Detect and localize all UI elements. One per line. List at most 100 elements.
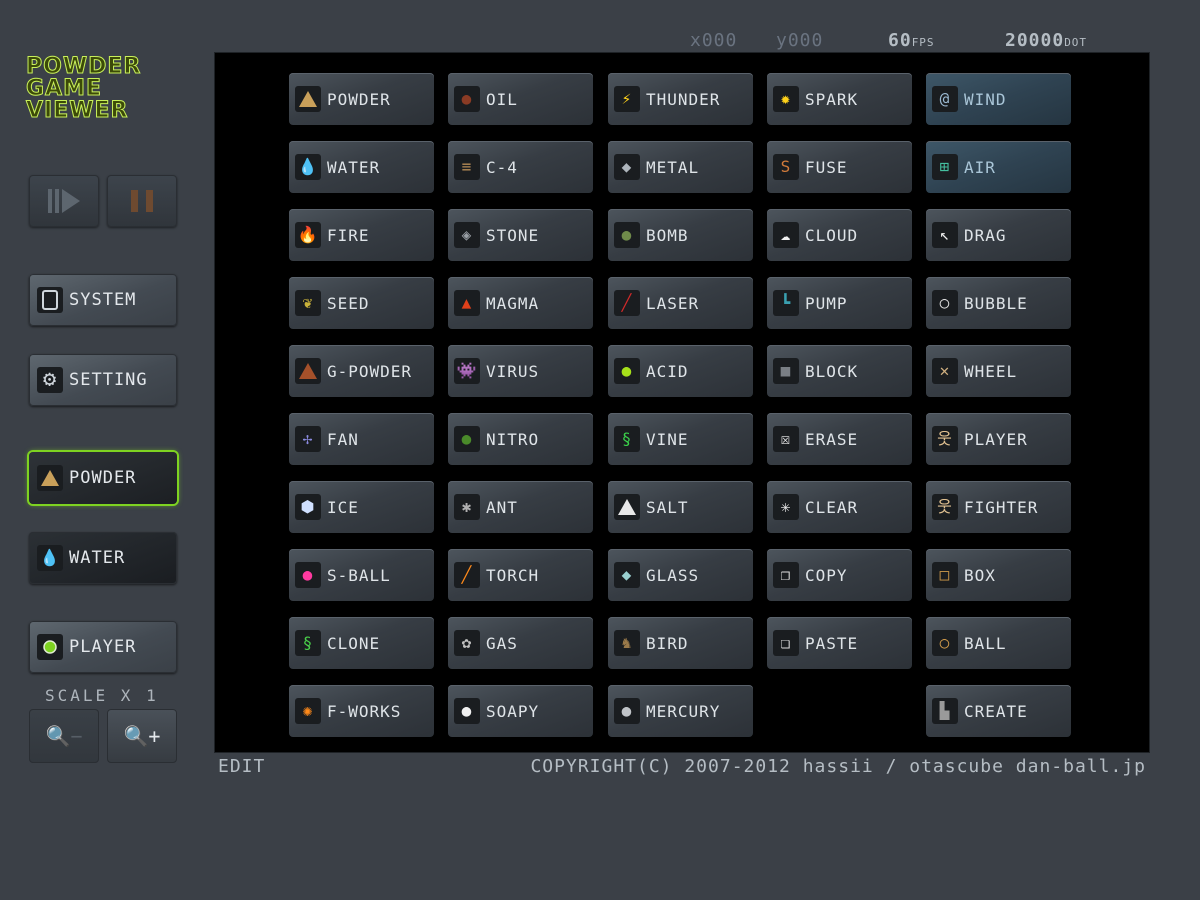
element-label: OIL	[486, 89, 518, 109]
element-button-wheel[interactable]: ✕ WHEEL	[926, 345, 1071, 397]
setting-button[interactable]: ⚙ SETTING	[29, 354, 177, 406]
element-button-oil[interactable]: ● OIL	[448, 73, 593, 125]
element-button-bird[interactable]: ♞ BIRD	[608, 617, 753, 669]
element-label: NITRO	[486, 429, 540, 449]
dot-readout: 20000DOT	[1005, 30, 1087, 51]
element-button-fire[interactable]: 🔥 FIRE	[289, 209, 434, 261]
element-button-nitro[interactable]: ● NITRO	[448, 413, 593, 465]
erase-icon: ☒	[773, 426, 799, 452]
element-button-f-works[interactable]: ✺ F-WORKS	[289, 685, 434, 737]
element-button-block[interactable]: ■ BLOCK	[767, 345, 912, 397]
lightning-icon: ⚡	[614, 86, 640, 112]
spark-icon: ✹	[773, 86, 799, 112]
element-button-wind[interactable]: @ WIND	[926, 73, 1071, 125]
element-button-vine[interactable]: § VINE	[608, 413, 753, 465]
ice-cube-icon: ⬢	[295, 494, 321, 520]
acid-drop-icon: ●	[614, 358, 640, 384]
element-label: CLOUD	[805, 225, 859, 245]
element-button-fighter[interactable]: 웃 FIGHTER	[926, 481, 1071, 533]
cursor-arrow-icon: ↖	[932, 222, 958, 248]
cloud-icon: ☁	[773, 222, 799, 248]
element-button-thunder[interactable]: ⚡ THUNDER	[608, 73, 753, 125]
element-button-ant[interactable]: ✱ ANT	[448, 481, 593, 533]
element-button-drag[interactable]: ↖ DRAG	[926, 209, 1071, 261]
water-drop-icon: 💧	[295, 154, 321, 180]
element-button-ball[interactable]: ○ BALL	[926, 617, 1071, 669]
element-button-mercury[interactable]: ● MERCURY	[608, 685, 753, 737]
copy-icon: ❐	[773, 562, 799, 588]
clear-icon: ✳	[773, 494, 799, 520]
current-element-1[interactable]: POWDER	[29, 452, 177, 504]
element-button-s-ball[interactable]: ● S-BALL	[289, 549, 434, 601]
element-button-fan[interactable]: ✢ FAN	[289, 413, 434, 465]
element-button-soapy[interactable]: ● SOAPY	[448, 685, 593, 737]
element-button-clear[interactable]: ✳ CLEAR	[767, 481, 912, 533]
fire-icon: 🔥	[295, 222, 321, 248]
element-button-copy[interactable]: ❐ COPY	[767, 549, 912, 601]
title-line: POWDER	[25, 54, 142, 79]
element-label: SPARK	[805, 89, 859, 109]
current-element-2[interactable]: 💧 WATER	[29, 532, 177, 584]
player-button[interactable]: PLAYER	[29, 621, 177, 673]
element-button-pump[interactable]: ┗ PUMP	[767, 277, 912, 329]
scale-label: SCALE X 1	[45, 686, 159, 705]
player-dot-icon	[37, 634, 63, 660]
element-label: BLOCK	[805, 361, 859, 381]
element-button-stone[interactable]: ◈ STONE	[448, 209, 593, 261]
pause-button[interactable]	[107, 175, 177, 227]
zoom-in-button[interactable]: 🔍 +	[107, 709, 177, 763]
element-label: THUNDER	[646, 89, 721, 109]
play-button[interactable]	[29, 175, 99, 227]
oil-drop-icon: ●	[454, 86, 480, 112]
fps-unit: FPS	[911, 36, 935, 49]
element-label: C-4	[486, 157, 518, 177]
element-button-clone[interactable]: § CLONE	[289, 617, 434, 669]
element-button-player[interactable]: 웃 PLAYER	[926, 413, 1071, 465]
element-button-glass[interactable]: ◆ GLASS	[608, 549, 753, 601]
bird-icon: ♞	[614, 630, 640, 656]
zoom-out-sign: −	[70, 724, 83, 748]
element-label: BIRD	[646, 633, 689, 653]
stone-icon: ◈	[454, 222, 480, 248]
element-button-box[interactable]: □ BOX	[926, 549, 1071, 601]
element-button-bomb[interactable]: ● BOMB	[608, 209, 753, 261]
element-button-fuse[interactable]: S FUSE	[767, 141, 912, 193]
element-label: DRAG	[964, 225, 1007, 245]
element-label: STONE	[486, 225, 540, 245]
fuse-icon: S	[773, 154, 799, 180]
element-button-ice[interactable]: ⬢ ICE	[289, 481, 434, 533]
element-button-bubble[interactable]: ○ BUBBLE	[926, 277, 1071, 329]
current-element-1-label: POWDER	[69, 468, 137, 488]
element-button-g-powder[interactable]: G-POWDER	[289, 345, 434, 397]
cursor-x: x000	[690, 30, 738, 51]
element-button-powder[interactable]: POWDER	[289, 73, 434, 125]
element-button-gas[interactable]: ✿ GAS	[448, 617, 593, 669]
powder-pile-icon	[37, 465, 63, 491]
element-button-virus[interactable]: 👾 VIRUS	[448, 345, 593, 397]
element-button-air[interactable]: ⊞ AIR	[926, 141, 1071, 193]
element-label: TORCH	[486, 565, 540, 585]
zoom-in-sign: +	[148, 724, 161, 748]
virus-icon: 👾	[454, 358, 480, 384]
element-button-acid[interactable]: ● ACID	[608, 345, 753, 397]
element-label: ANT	[486, 497, 518, 517]
element-button-spark[interactable]: ✹ SPARK	[767, 73, 912, 125]
system-button[interactable]: SYSTEM	[29, 274, 177, 326]
element-button-cloud[interactable]: ☁ CLOUD	[767, 209, 912, 261]
element-button-torch[interactable]: ╱ TORCH	[448, 549, 593, 601]
element-button-create[interactable]: ▙ CREATE	[926, 685, 1071, 737]
element-button-magma[interactable]: ▲ MAGMA	[448, 277, 593, 329]
element-button-salt[interactable]: SALT	[608, 481, 753, 533]
element-button-seed[interactable]: ❦ SEED	[289, 277, 434, 329]
element-button-laser[interactable]: ╱ LASER	[608, 277, 753, 329]
zoom-out-button[interactable]: 🔍 −	[29, 709, 99, 763]
element-button-water[interactable]: 💧 WATER	[289, 141, 434, 193]
fps-readout: 60FPS	[888, 30, 935, 51]
wheel-icon: ✕	[932, 358, 958, 384]
element-button-metal[interactable]: ◆ METAL	[608, 141, 753, 193]
dot-unit: DOT	[1064, 36, 1088, 49]
torch-icon: ╱	[454, 562, 480, 588]
element-button-paste[interactable]: ❏ PASTE	[767, 617, 912, 669]
element-button-erase[interactable]: ☒ ERASE	[767, 413, 912, 465]
element-button-c4[interactable]: ≡ C-4	[448, 141, 593, 193]
